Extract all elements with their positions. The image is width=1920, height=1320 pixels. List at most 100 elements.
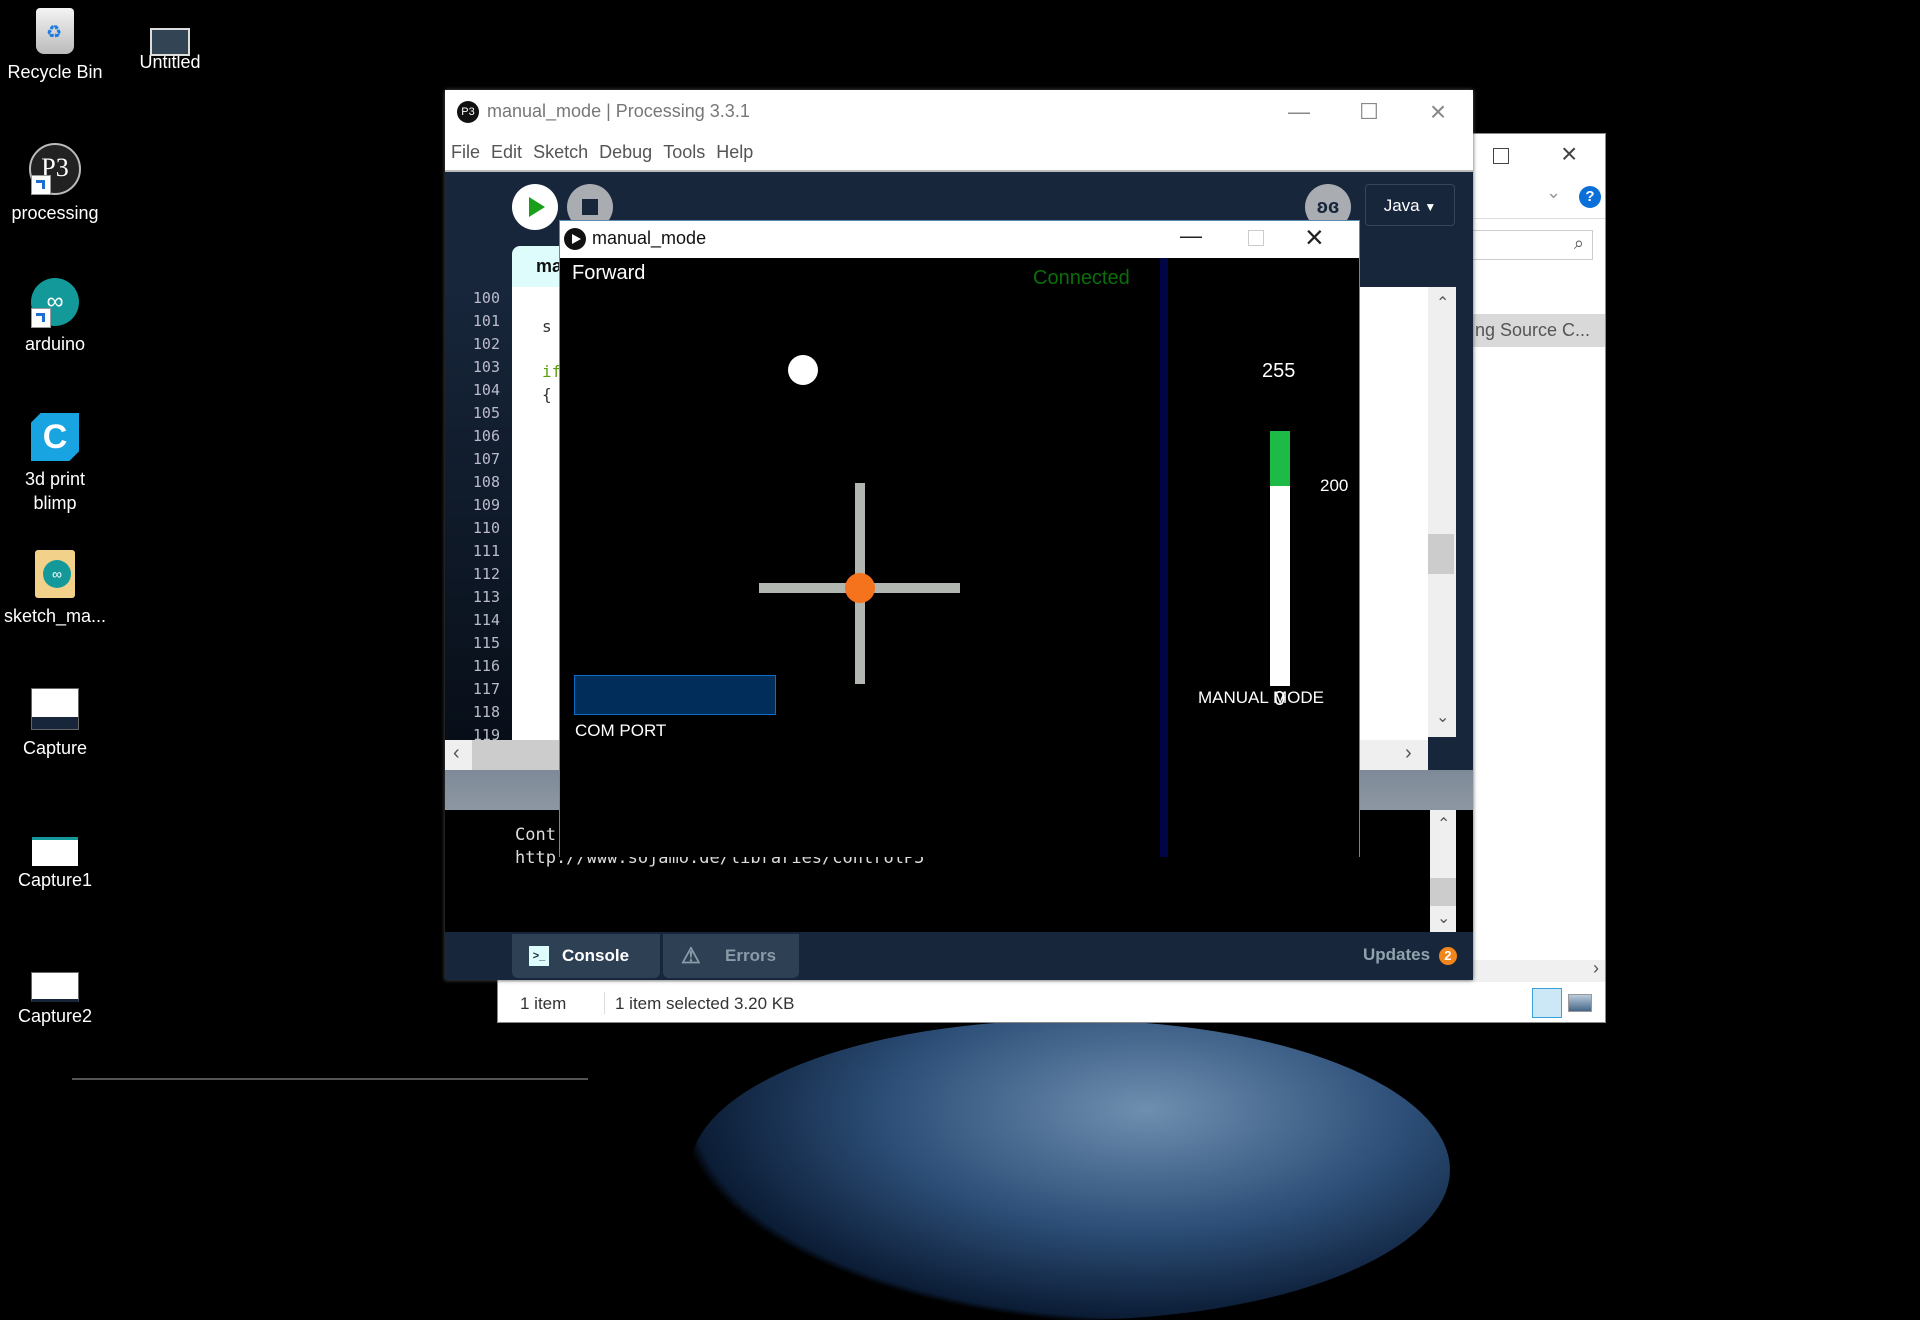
maximize-button[interactable]: ☐ (1339, 90, 1399, 134)
line-number: 100 (472, 289, 500, 307)
editor-vertical-scrollbar[interactable]: ⌃ ⌄ (1428, 287, 1456, 737)
tab-label: Console (562, 946, 630, 965)
line-number: 106 (472, 427, 500, 445)
minimize-button[interactable]: — (1269, 90, 1329, 134)
video-file-icon (150, 28, 190, 56)
menu-debug[interactable]: Debug (599, 134, 652, 170)
close-button[interactable]: × (1305, 219, 1324, 256)
connection-status: Connected (1033, 267, 1130, 289)
desktop-icon-label: arduino (24, 334, 86, 354)
menu-file[interactable]: File (451, 134, 480, 170)
desktop-icon-untitled[interactable]: Untitled (115, 8, 225, 74)
tab-errors[interactable]: ⚠ Errors (663, 934, 799, 978)
menu-edit[interactable]: Edit (491, 134, 522, 170)
stop-icon (582, 199, 598, 215)
speed-slider-fill (1270, 431, 1290, 486)
shortcut-arrow-icon (31, 308, 51, 328)
panel-divider (1160, 258, 1168, 857)
scroll-right-arrow-icon[interactable]: › (1593, 958, 1599, 979)
image-file-icon (31, 972, 79, 1002)
selected-size: 3.20 KB (734, 994, 795, 1013)
scroll-up-arrow-icon[interactable]: ⌃ (1436, 293, 1449, 313)
line-number: 103 (472, 358, 500, 376)
desktop-icon-label: Capture2 (17, 1006, 93, 1026)
line-number: 113 (472, 588, 500, 606)
menu-tools[interactable]: Tools (663, 134, 705, 170)
close-button[interactable]: × (1561, 138, 1577, 170)
search-icon: ⌕ (1573, 233, 1584, 253)
com-port-label: COM PORT (575, 721, 667, 740)
help-button[interactable]: ? (1579, 186, 1601, 208)
desktop-icon-capture[interactable]: Capture (0, 688, 110, 760)
menu-bar: File Edit Sketch Debug Tools Help (445, 134, 1473, 172)
image-file-icon (32, 837, 78, 866)
cura-app-icon: C (31, 413, 79, 461)
tab-console[interactable]: >_ Console (512, 934, 660, 978)
desktop-icon-sketch-folder[interactable]: ∞ sketch_ma... (0, 550, 110, 628)
large-icons-view-icon[interactable] (1568, 994, 1592, 1012)
dropdown-arrow-icon: ▼ (1424, 200, 1437, 214)
recycle-bin-icon: ♻ (36, 8, 74, 54)
details-view-icon[interactable] (1532, 988, 1562, 1018)
com-port-value (575, 686, 581, 703)
desktop-icon-3d-print-blimp[interactable]: C 3d print blimp (0, 413, 110, 515)
scroll-up-arrow-icon[interactable]: ⌃ (1437, 814, 1450, 834)
line-number: 110 (472, 519, 500, 537)
maximize-button[interactable] (1493, 148, 1509, 164)
console-scrollbar[interactable]: ⌃ ⌄ (1430, 810, 1456, 932)
sketch-app-icon (564, 228, 586, 250)
bottom-tab-bar: >_ Console ⚠ Errors Updates 2 (445, 932, 1473, 980)
sketch-window: manual_mode — × Forward Connected 255 20… (559, 219, 1360, 857)
sketch-title: manual_mode (592, 228, 707, 248)
updates-link[interactable]: Updates 2 (1363, 932, 1457, 978)
desktop-icon-label: processing (11, 203, 99, 223)
play-icon (529, 197, 545, 217)
scroll-right-arrow-icon[interactable]: › (1405, 742, 1412, 765)
line-number: 104 (472, 381, 500, 399)
scrollbar-thumb[interactable] (472, 740, 572, 770)
arduino-app-icon: ∞ (31, 278, 79, 328)
mode-label: Java (1383, 196, 1420, 215)
desktop-icon-capture2[interactable]: Capture2 (0, 960, 110, 1028)
slider-value-label: 200 (1320, 476, 1349, 495)
maximize-button[interactable] (1248, 230, 1264, 246)
warning-icon: ⚠ (681, 943, 701, 968)
status-bar: 1 item 1 item selected 3.20 KB (498, 986, 1605, 1022)
joystick-knob[interactable] (845, 573, 875, 603)
line-number: 116 (472, 657, 500, 675)
scrollbar-thumb[interactable] (1428, 534, 1454, 574)
com-port-dropdown[interactable] (574, 675, 776, 715)
scrollbar-thumb[interactable] (1430, 878, 1456, 906)
menu-help[interactable]: Help (716, 134, 753, 170)
scroll-left-arrow-icon[interactable]: ‹ (453, 742, 460, 765)
title-bar: P3 manual_mode | Processing 3.3.1 — ☐ × (445, 90, 1473, 134)
processing-logo-icon: P3 (457, 101, 479, 123)
menu-sketch[interactable]: Sketch (533, 134, 588, 170)
image-file-icon (31, 688, 79, 730)
indicator-dot (788, 355, 818, 385)
desktop-icon-arduino[interactable]: ∞ arduino (0, 278, 110, 356)
close-button[interactable]: × (1408, 90, 1468, 134)
line-number: 105 (472, 404, 500, 422)
desktop-icon-label: Capture1 (17, 870, 93, 890)
mode-label: MANUAL MODE (1198, 688, 1324, 707)
scroll-down-arrow-icon[interactable]: ⌄ (1436, 707, 1449, 727)
desktop-icon-processing[interactable]: P3 processing (0, 143, 110, 225)
terminal-icon: >_ (529, 946, 549, 966)
desktop-icon-recycle-bin[interactable]: ♻ Recycle Bin (0, 8, 110, 84)
tab-label: Errors (725, 946, 777, 965)
code-text: s (542, 317, 552, 336)
window-title: manual_mode | Processing 3.3.1 (487, 101, 750, 121)
line-number: 101 (472, 312, 500, 330)
speed-slider[interactable] (1270, 431, 1290, 686)
sketch-canvas: Forward Connected 255 200 0 COM PORT MAN… (560, 258, 1359, 857)
line-number: 118 (472, 703, 500, 721)
scroll-down-arrow-icon[interactable]: ⌄ (1437, 908, 1450, 928)
desktop-icon-capture1[interactable]: Capture1 (0, 825, 110, 892)
butterfly-debug-icon: ʚɞ (1316, 196, 1340, 218)
code-text: { (542, 385, 552, 404)
mode-selector[interactable]: Java ▼ (1365, 184, 1455, 226)
run-button[interactable] (512, 184, 558, 230)
ribbon-expand-chevron-icon[interactable]: ⌄ (1546, 182, 1561, 203)
minimize-button[interactable]: — (1180, 223, 1202, 249)
